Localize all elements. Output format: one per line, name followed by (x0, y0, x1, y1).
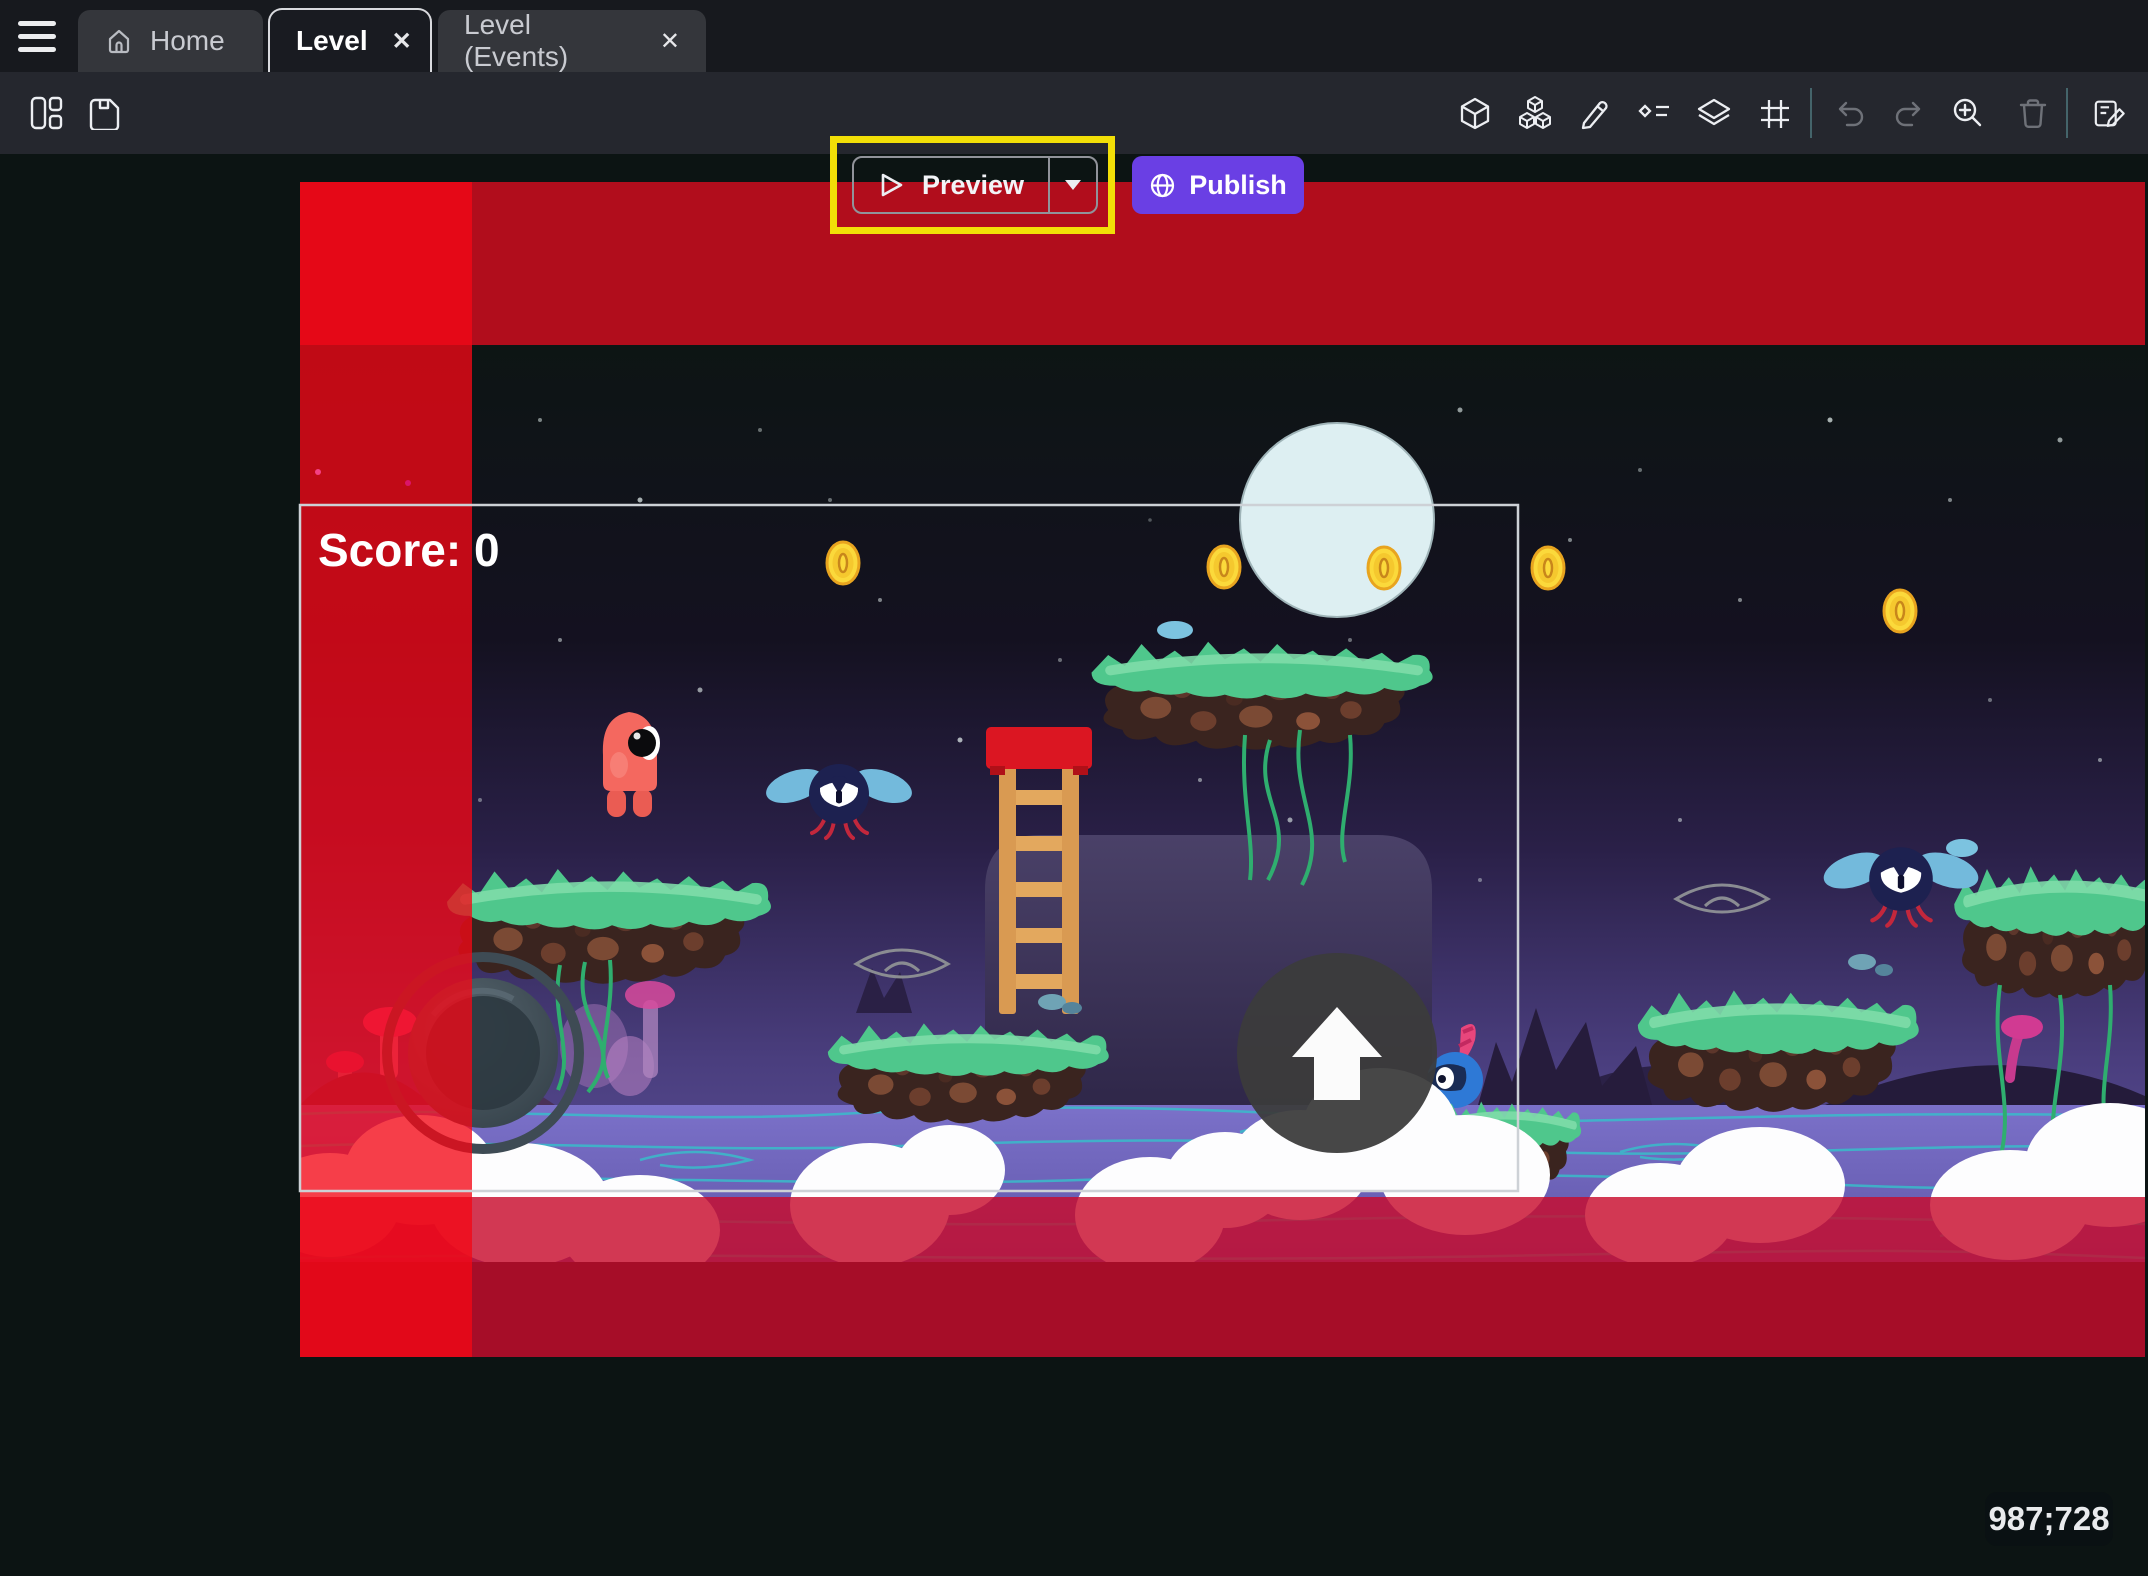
preview-button[interactable]: Preview (852, 156, 1098, 214)
tab-level-events[interactable]: Level (Events) ✕ (438, 10, 706, 72)
red-band-bottom[interactable] (300, 1197, 2145, 1357)
toolbar-divider (2066, 88, 2068, 138)
moon[interactable] (1240, 423, 1434, 617)
play-icon (878, 172, 904, 198)
coin[interactable] (827, 542, 859, 584)
toolbar: Preview Publish (0, 72, 2148, 154)
coin[interactable] (1208, 546, 1240, 588)
pencil-icon[interactable] (1577, 96, 1611, 130)
score-label: Score: 0 (318, 524, 500, 576)
jump-button[interactable] (1237, 953, 1437, 1153)
publish-label: Publish (1189, 170, 1287, 201)
chevron-down-icon (1064, 179, 1082, 191)
close-icon[interactable]: ✕ (392, 27, 412, 56)
cursor-coordinates-value: 987;728 (1988, 1500, 2109, 1538)
preview-label: Preview (922, 170, 1024, 201)
game-editor-window: Score: 0 Home Level ✕ Level (Events) ✕ P… (0, 0, 2148, 1576)
pebble (1062, 1002, 1082, 1014)
preview-button-main[interactable]: Preview (854, 158, 1048, 212)
tab-label: Level (Events) (464, 9, 636, 73)
globe-icon (1149, 172, 1176, 199)
red-stripe-left[interactable] (300, 182, 472, 1357)
pink-speck (315, 469, 321, 475)
layers-icon[interactable] (1697, 96, 1731, 130)
grid-icon[interactable] (1758, 96, 1792, 130)
cursor-coordinates-badge: 987;728 (1985, 1492, 2113, 1546)
coin[interactable] (1884, 590, 1916, 632)
pebble (1946, 839, 1978, 857)
floating-island[interactable] (1954, 866, 2148, 998)
pink-speck (405, 480, 411, 486)
publish-button[interactable]: Publish (1132, 156, 1304, 214)
pebble (1038, 994, 1066, 1010)
tab-label: Level (296, 25, 368, 57)
coin[interactable] (1532, 547, 1564, 589)
panels-icon[interactable] (29, 96, 63, 130)
tab-home[interactable]: Home (78, 10, 263, 72)
tab-level[interactable]: Level ✕ (268, 8, 432, 72)
pebble (1848, 954, 1876, 970)
redo-icon[interactable] (1894, 96, 1928, 130)
home-icon (104, 26, 134, 56)
toolbar-divider (1810, 88, 1812, 138)
instance-properties-icon[interactable] (1638, 96, 1672, 130)
tab-label: Home (150, 25, 225, 57)
preview-dropdown-button[interactable] (1048, 158, 1096, 212)
objects-group-icon[interactable] (1518, 96, 1552, 130)
tab-bar: Home Level ✕ Level (Events) ✕ (0, 0, 2148, 72)
close-icon[interactable]: ✕ (660, 27, 680, 56)
undo-icon[interactable] (1831, 96, 1865, 130)
hamburger-icon[interactable] (18, 21, 58, 53)
scene-editor-canvas[interactable]: Score: 0 (0, 0, 2148, 1576)
pebble (1157, 621, 1193, 639)
edit-properties-icon[interactable] (2093, 96, 2127, 130)
save-icon[interactable] (88, 96, 122, 130)
trash-icon[interactable] (2016, 96, 2050, 130)
pebble (1875, 964, 1893, 976)
cube-3d-icon[interactable] (1458, 96, 1492, 130)
zoom-in-icon[interactable] (1951, 96, 1985, 130)
coin[interactable] (1368, 547, 1400, 589)
